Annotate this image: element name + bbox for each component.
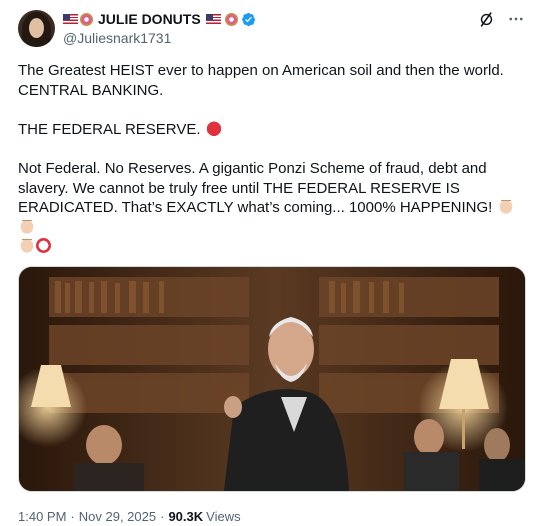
tweet-text: The Greatest HEIST ever to happen on Ame… xyxy=(18,61,528,257)
video-thumbnail xyxy=(19,267,525,491)
tweet-line: Not Federal. No Reserves. A gigantic Pon… xyxy=(18,159,487,177)
tweet: JULIE DONUTS @Juliesnark1731 The Greates… xyxy=(0,0,543,526)
clapping-hands-icon xyxy=(19,237,35,254)
tweet-line-with-emoji: ERADICATED. That’s EXACTLY what’s coming… xyxy=(18,198,528,237)
clapping-hands-icon xyxy=(19,217,35,234)
meta-separator: · xyxy=(70,509,75,524)
author-display-name[interactable]: JULIE DONUTS xyxy=(98,11,201,27)
doughnut-icon xyxy=(80,12,93,26)
views-count[interactable]: 90.3K xyxy=(168,509,203,524)
grok-icon[interactable] xyxy=(477,10,495,28)
avatar[interactable] xyxy=(18,10,55,47)
author-handle[interactable]: @Juliesnark1731 xyxy=(63,30,503,48)
meta-separator: · xyxy=(160,509,165,524)
us-flag-icon xyxy=(205,14,221,24)
avatar-face xyxy=(29,18,44,38)
video-media[interactable] xyxy=(18,266,526,492)
author-name-row[interactable]: JULIE DONUTS xyxy=(63,10,503,28)
japanese-ogre-icon xyxy=(205,119,222,136)
tweet-line: THE FEDERAL RESERVE. xyxy=(18,120,201,138)
more-options-icon[interactable] xyxy=(507,10,525,28)
post-date[interactable]: Nov 29, 2025 xyxy=(79,509,156,524)
tweet-top-actions xyxy=(477,10,525,28)
views-label: Views xyxy=(206,509,241,524)
tweet-line: The Greatest HEIST ever to happen on Ame… xyxy=(18,62,504,79)
tweet-emoji-line xyxy=(18,237,528,257)
tweet-line: slavery. We cannot be truly free until T… xyxy=(18,179,460,197)
tweet-line: CENTRAL BANKING. xyxy=(18,81,164,99)
alarm-clock-icon xyxy=(36,238,51,254)
tweet-header: JULIE DONUTS @Juliesnark1731 xyxy=(63,10,503,48)
verified-badge-icon xyxy=(241,12,255,26)
us-flag-icon xyxy=(63,14,78,24)
tweet-meta: 1:40 PM · Nov 29, 2025 · 90.3K Views xyxy=(18,509,241,524)
doughnut-icon xyxy=(224,12,238,26)
clapping-hands-icon xyxy=(497,198,514,215)
tweet-line: ERADICATED. That’s EXACTLY what’s coming… xyxy=(18,199,493,217)
tweet-line-with-emoji: THE FEDERAL RESERVE. xyxy=(18,119,528,140)
post-time[interactable]: 1:40 PM xyxy=(18,509,66,524)
